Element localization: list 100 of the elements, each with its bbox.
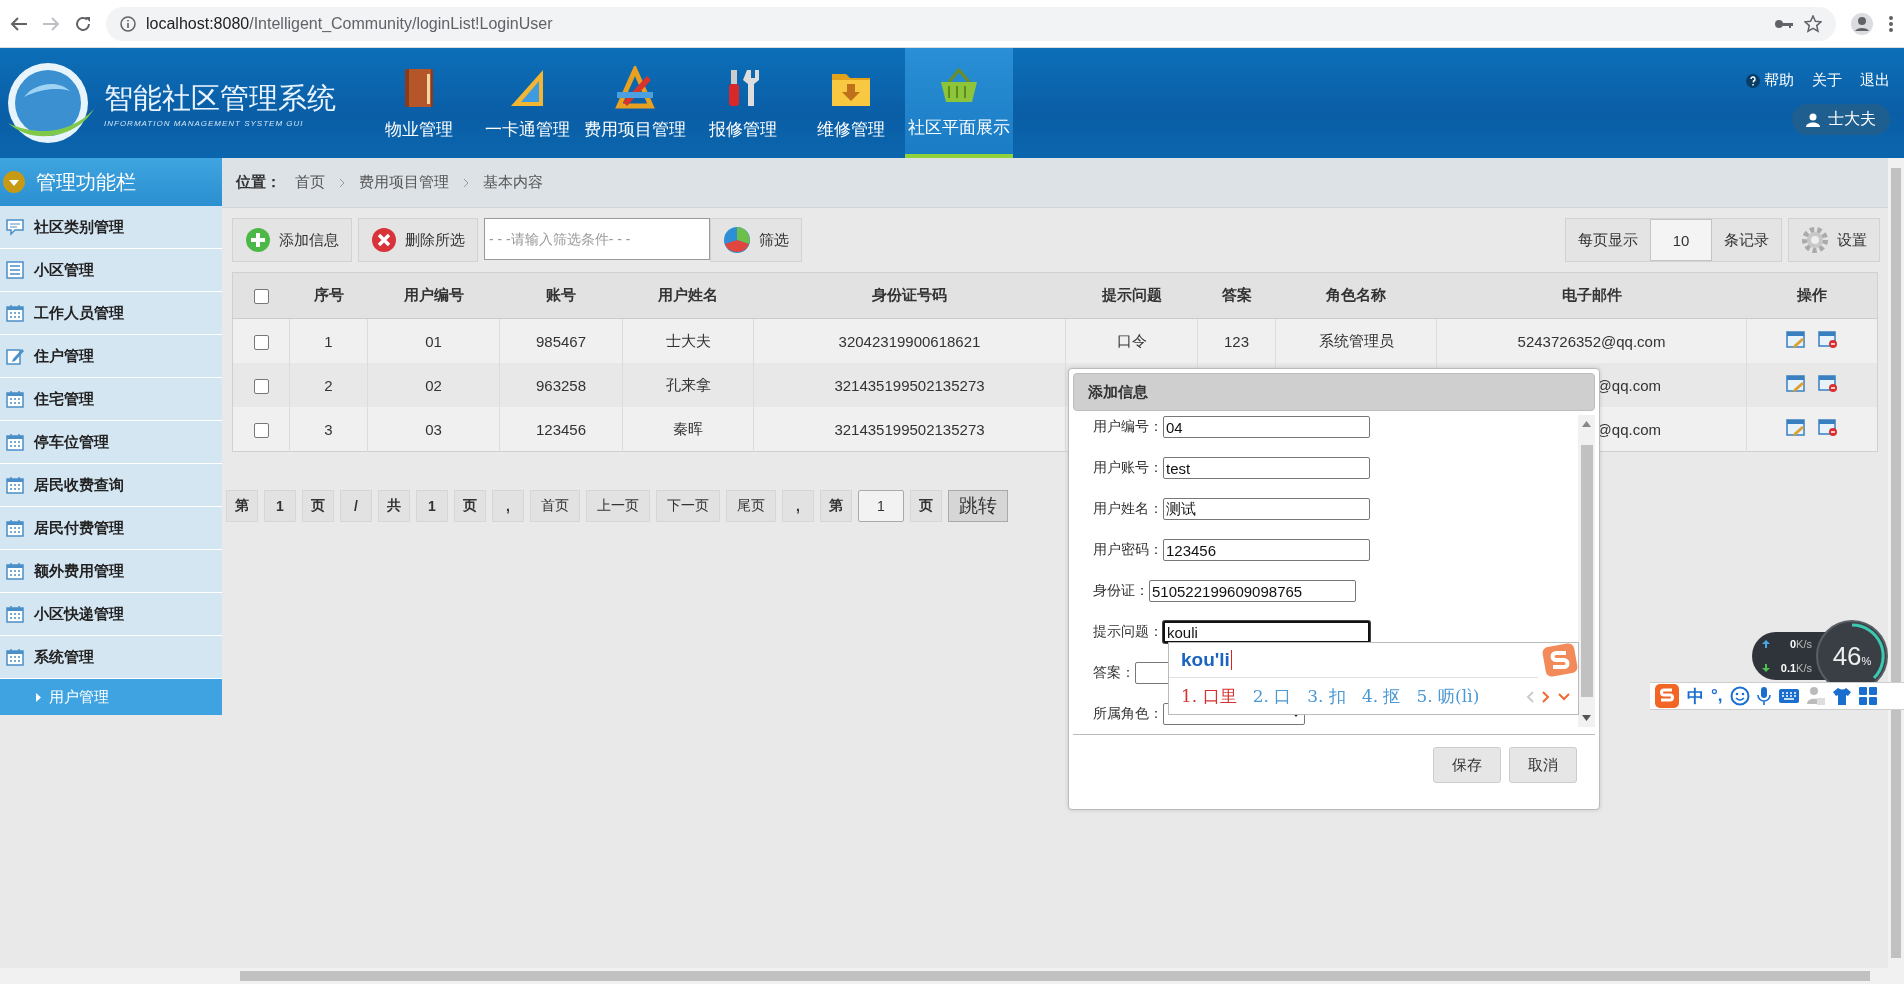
punctuation-toggle[interactable]: °, [1711,686,1723,706]
input-field[interactable]: 04 [1163,416,1370,438]
breadcrumb-link[interactable]: 基本内容 [483,173,543,192]
pager-label: , [782,490,814,522]
nav-tab[interactable]: 一卡通管理 [473,48,581,158]
sidebar-item[interactable]: 小区快递管理 [0,593,222,636]
input-field[interactable]: 123456 [1163,539,1370,561]
microphone-icon[interactable] [1756,686,1771,706]
pager-link[interactable]: 尾页 [726,490,776,522]
user-icon [1806,112,1820,127]
grid-icon[interactable] [1858,687,1877,705]
sidebar-item[interactable]: 住宅管理 [0,378,222,421]
delete-icon[interactable] [1818,374,1838,393]
jump-button[interactable]: 跳转 [948,490,1008,522]
column-header: 用户编号 [367,272,500,319]
scroll-up-icon[interactable] [1582,421,1591,427]
scrollbar-thumb[interactable] [1580,445,1593,697]
field-label: 提示问题： [1093,623,1163,641]
scrollbar-thumb[interactable] [240,971,1870,981]
reload-icon[interactable] [74,14,92,33]
column-header: 答案 [1197,272,1276,319]
ime-logo-icon[interactable] [1654,683,1680,709]
sidebar-item[interactable]: 居民付费管理 [0,507,222,550]
delete-button[interactable]: 删除所选 [358,218,478,262]
pie-chart-icon [723,226,751,254]
column-header: 操作 [1746,272,1878,319]
row-checkbox[interactable] [253,378,269,394]
filter-field[interactable]: - - -请输入筛选条件- - - [484,218,710,260]
sidebar-item[interactable]: 小区管理 [0,249,222,292]
sidebar-item[interactable]: 额外费用管理 [0,550,222,593]
edit-icon[interactable] [1786,418,1806,437]
page-size-control[interactable]: 每页显示 10 条记录 [1565,218,1782,262]
chevron-icon [463,177,469,188]
url-text: localhost:8080/Intelligent_Community/loginList!LoginUser [146,14,554,33]
star-icon[interactable] [1804,14,1822,33]
edit-icon[interactable] [1786,374,1806,393]
nav-tab[interactable]: 社区平面展示 [905,48,1013,158]
input-field[interactable]: 测试 [1163,498,1370,520]
table-cell: 321435199502135273 [834,376,985,394]
pager-link[interactable]: 首页 [530,490,580,522]
breadcrumb-link[interactable]: 费用项目管理 [359,173,449,192]
shirt-icon[interactable] [1831,687,1852,705]
row-checkbox[interactable] [253,334,269,350]
sidebar-item[interactable]: 社区类别管理 [0,206,222,249]
sidebar-item[interactable]: 系统管理 [0,636,222,679]
select-all-checkbox[interactable] [253,289,269,305]
breadcrumb-link[interactable]: 首页 [295,173,325,192]
chevron-down-icon[interactable] [1558,692,1570,701]
input-field[interactable]: test [1163,457,1370,479]
dialog-button[interactable]: 保存 [1433,747,1501,783]
user-badge[interactable]: 士大夫 [1792,104,1890,135]
dialog-button[interactable]: 取消 [1509,747,1577,783]
column-header: 角色名称 [1275,272,1437,319]
row-checkbox[interactable] [253,422,269,438]
scrollbar-thumb[interactable] [1891,168,1901,958]
input-field[interactable]: kouli [1163,621,1370,643]
header-link[interactable]: 退出 [1860,71,1890,90]
sidebar-item[interactable]: 工作人员管理 [0,292,222,335]
chat-icon [6,218,24,236]
scroll-down-icon[interactable] [1582,715,1591,721]
keyboard-icon[interactable] [1777,688,1800,704]
page-number-field[interactable]: 1 [858,490,904,522]
sidebar-item[interactable]: 停车位管理 [0,421,222,464]
back-icon[interactable] [10,15,28,32]
sidebar-item[interactable]: 住户管理 [0,335,222,378]
header-link[interactable]: 帮助 [1764,71,1794,90]
smiley-icon[interactable] [1729,686,1750,706]
pager-label: 页 [454,490,486,522]
input-field[interactable]: 510522199609098765 [1149,580,1356,602]
sidebar-header: 管理功能栏 [0,158,222,206]
table-cell: 03 [425,420,442,438]
menu-icon[interactable] [1888,14,1894,33]
address-bar[interactable]: localhost:8080/Intelligent_Community/loginList!LoginUser [106,6,1836,41]
chevron-right-icon[interactable] [1542,690,1550,703]
dialog-title: 添加信息 [1073,373,1595,411]
delete-icon[interactable] [1818,330,1838,349]
app-subtitle: INFORMATION MANAGEMENT SYSTEM GUI [104,118,305,128]
key-icon[interactable] [1774,17,1794,30]
ime-candidate[interactable]: 1. 口里 [1181,685,1237,708]
sidebar-item[interactable]: 居民收费查询 [0,464,222,507]
close-icon [371,227,397,253]
delete-icon[interactable] [1818,418,1838,437]
pager-label: , [492,490,524,522]
header-link[interactable]: 关于 [1812,71,1842,90]
download-arrow-icon [1762,664,1770,672]
pager-link[interactable]: 下一页 [656,490,720,522]
nav-tab[interactable]: 报修管理 [689,48,797,158]
profile-icon[interactable] [1850,11,1874,36]
pager-label: 页 [910,490,942,522]
calendar-icon [6,519,24,537]
upload-arrow-icon [1762,640,1770,648]
pager-link[interactable]: 上一页 [586,490,650,522]
settings-button[interactable]: 设置 [1788,218,1880,262]
add-button[interactable]: 添加信息 [232,218,352,262]
nav-tab[interactable]: 费用项目管理 [581,48,689,158]
nav-tab[interactable]: 物业管理 [365,48,473,158]
filter-button[interactable]: 筛选 [710,218,802,262]
edit-icon[interactable] [1786,330,1806,349]
nav-tab[interactable]: 维修管理 [797,48,905,158]
input-mode-toggle[interactable]: 中 [1687,684,1704,708]
